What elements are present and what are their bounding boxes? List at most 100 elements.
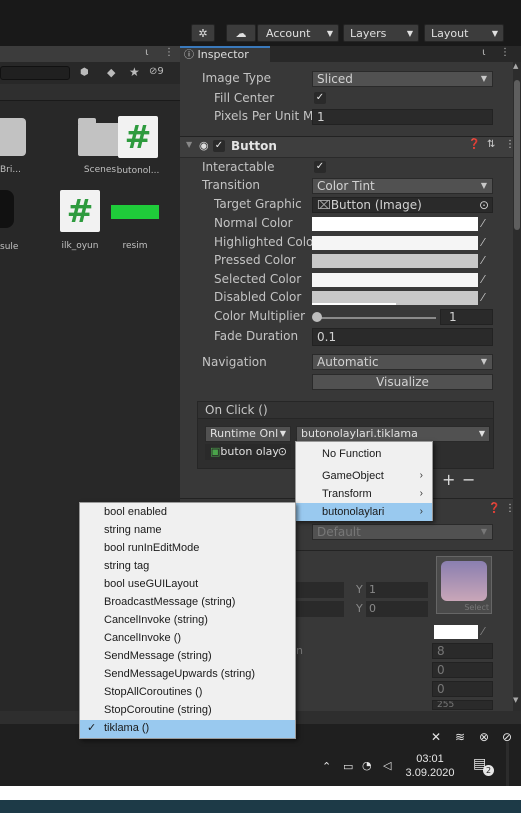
menu-item[interactable]: string tag: [80, 558, 295, 576]
eyedropper-icon[interactable]: ⁄: [482, 291, 484, 304]
color-multiplier-slider[interactable]: [316, 317, 436, 319]
y-field-2[interactable]: 0: [366, 601, 428, 617]
menu-item[interactable]: CancelInvoke (string): [80, 612, 295, 630]
collapse-arrow-icon[interactable]: ▼: [186, 140, 192, 149]
menu-item-butonolaylari[interactable]: butonolaylari ›: [296, 503, 432, 521]
cloud-button[interactable]: ☁: [226, 24, 256, 42]
eyedropper-icon[interactable]: ⁄: [482, 236, 484, 249]
scroll-down-icon[interactable]: ▼: [513, 696, 518, 704]
highlighted-color-swatch[interactable]: [312, 236, 478, 250]
number-field[interactable]: 0: [432, 662, 493, 678]
normal-color-swatch[interactable]: [312, 217, 478, 231]
more-icon[interactable]: ⋮: [505, 139, 515, 150]
menu-item[interactable]: SendMessage (string): [80, 648, 295, 666]
layout-dropdown[interactable]: Layout ▼: [424, 24, 504, 42]
tray-app-icon[interactable]: ≋: [455, 730, 465, 744]
number-field[interactable]: 255: [432, 700, 493, 710]
number-field[interactable]: 0: [432, 681, 493, 697]
hidden-packages-icon[interactable]: ⊘9: [149, 66, 164, 77]
menu-item-transform[interactable]: Transform ›: [296, 485, 432, 503]
notification-center-button[interactable]: ▤ 2: [473, 756, 494, 776]
navigation-dropdown[interactable]: Automatic ▼: [312, 354, 493, 370]
add-listener-button[interactable]: +: [442, 470, 455, 489]
disabled-color-swatch[interactable]: [312, 291, 478, 305]
battery-icon[interactable]: ▭: [343, 760, 353, 773]
menu-item-gameobject[interactable]: GameObject ›: [296, 467, 432, 485]
lock-icon[interactable]: ⍳: [482, 47, 485, 58]
transition-dropdown[interactable]: Color Tint ▼: [312, 178, 493, 194]
asset-item[interactable]: sule: [0, 190, 30, 252]
pixels-per-unit-input[interactable]: 1: [312, 109, 493, 125]
menu-item-no-function[interactable]: No Function: [296, 444, 432, 464]
scroll-up-icon[interactable]: ▲: [513, 62, 518, 70]
account-dropdown[interactable]: Account ▼: [257, 24, 339, 42]
eyedropper-icon[interactable]: ⁄: [482, 273, 484, 286]
button-component-header[interactable]: ▼ ◉ ✓ Button ❓ ⇅ ⋮: [180, 136, 515, 158]
color-multiplier-input[interactable]: 1: [440, 309, 493, 325]
menu-item[interactable]: BroadcastMessage (string): [80, 594, 295, 612]
collab-button[interactable]: ✲: [191, 24, 215, 42]
remove-listener-button[interactable]: −: [462, 470, 475, 489]
eyedropper-icon[interactable]: ⁄: [482, 625, 484, 638]
x-field-2[interactable]: [296, 601, 344, 617]
visualize-button[interactable]: Visualize: [312, 374, 493, 390]
help-icon[interactable]: ❓: [468, 139, 480, 150]
number-field[interactable]: 8: [432, 643, 493, 659]
y-field-1[interactable]: 1: [366, 582, 428, 598]
eyedropper-icon[interactable]: ⁄: [482, 254, 484, 267]
menu-item[interactable]: StopCoroutine (string): [80, 702, 295, 720]
menu-item[interactable]: SendMessageUpwards (string): [80, 666, 295, 684]
create-icon[interactable]: ⬢: [80, 67, 89, 78]
more-icon[interactable]: ⋮: [500, 47, 510, 58]
preset-icon[interactable]: ⇅: [487, 139, 495, 150]
scrollbar-thumb[interactable]: [514, 80, 520, 230]
interactable-checkbox[interactable]: ✓: [314, 161, 326, 173]
clock[interactable]: 03:01 3.09.2020: [400, 752, 460, 780]
target-object-field[interactable]: ▣buton olay ⊙: [205, 444, 291, 460]
selected-color-swatch[interactable]: [312, 273, 478, 287]
tray-app-icon[interactable]: ✕: [431, 730, 441, 744]
x-field-1[interactable]: [296, 582, 344, 598]
menu-item-selected[interactable]: ✓ tiklama (): [80, 720, 295, 738]
object-picker-icon[interactable]: ⊙: [479, 198, 489, 212]
lock-icon[interactable]: ⍳: [145, 47, 148, 58]
slider-handle[interactable]: [312, 312, 322, 322]
image-type-dropdown[interactable]: Sliced ▼: [312, 71, 493, 87]
wifi-icon[interactable]: ◔: [362, 759, 372, 772]
more-icon[interactable]: ⋮: [505, 503, 515, 514]
pressed-color-swatch[interactable]: [312, 254, 478, 268]
help-icon[interactable]: ❓: [488, 503, 500, 514]
target-graphic-field[interactable]: ⌧Button (Image) ⊙: [312, 197, 493, 213]
color-swatch[interactable]: [434, 625, 478, 639]
button-enabled-checkbox[interactable]: ✓: [213, 140, 225, 152]
menu-item[interactable]: CancelInvoke (): [80, 630, 295, 648]
sprite-thumbnail: [441, 561, 487, 601]
object-picker-icon[interactable]: ⊙: [278, 445, 287, 459]
tag-icon[interactable]: ◆: [107, 66, 115, 79]
material-dropdown[interactable]: Default ▼: [312, 524, 493, 540]
fade-duration-input[interactable]: 0.1: [312, 328, 493, 346]
menu-item[interactable]: StopAllCoroutines (): [80, 684, 295, 702]
sprite-preview[interactable]: Select: [436, 556, 492, 614]
asset-item[interactable]: # butonol...: [113, 116, 163, 176]
function-dropdown[interactable]: butonolaylari.tiklama ▼: [296, 426, 490, 442]
menu-item[interactable]: bool enabled: [80, 504, 295, 522]
tray-app-icon[interactable]: ⊗: [479, 730, 489, 744]
eyedropper-icon[interactable]: ⁄: [482, 217, 484, 230]
menu-item[interactable]: bool runInEditMode: [80, 540, 295, 558]
star-icon[interactable]: ★: [129, 65, 140, 79]
chevron-up-icon[interactable]: ⌃: [322, 760, 331, 773]
asset-item[interactable]: resim: [110, 190, 160, 251]
project-search-input[interactable]: [0, 66, 70, 80]
runtime-mode-dropdown[interactable]: Runtime Onl ▼: [205, 426, 291, 442]
asset-item[interactable]: # ilk_oyun: [55, 190, 105, 251]
menu-item[interactable]: string name: [80, 522, 295, 540]
asset-item[interactable]: Bri...: [0, 118, 28, 175]
layers-dropdown[interactable]: Layers ▼: [343, 24, 419, 42]
volume-icon[interactable]: ◁: [383, 759, 391, 772]
more-icon[interactable]: ⋮: [164, 47, 174, 58]
show-desktop-button[interactable]: [506, 742, 509, 786]
fill-center-checkbox[interactable]: ✓: [314, 92, 326, 104]
menu-item[interactable]: bool useGUILayout: [80, 576, 295, 594]
tab-inspector[interactable]: ⓘ Inspector: [180, 46, 270, 62]
